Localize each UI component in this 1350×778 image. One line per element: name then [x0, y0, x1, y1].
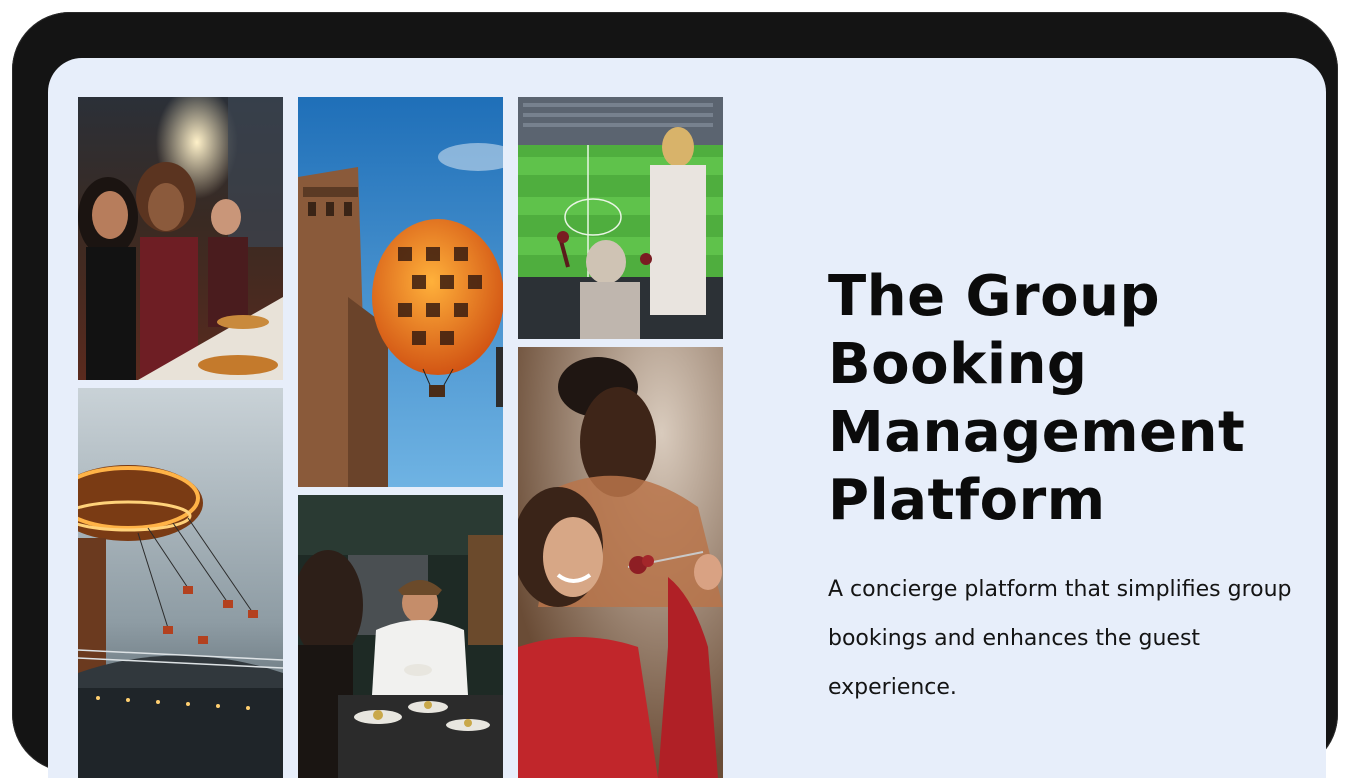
chef-kitchen-photo [298, 495, 503, 778]
tablet-frame: The Group Booking Management Platform A … [12, 12, 1338, 778]
title-line: The Group [828, 264, 1161, 329]
hero-subtitle: A concierge platform that simplifies gro… [828, 577, 1292, 700]
title-line: Management [828, 400, 1246, 465]
friends-dining-photo [78, 97, 283, 380]
title-line: Platform [828, 468, 1106, 533]
page-title: The Group Booking Management Platform [828, 263, 1326, 535]
woman-eating-photo [518, 347, 723, 778]
tablet-screen: The Group Booking Management Platform A … [48, 58, 1326, 778]
stadium-hospitality-photo [518, 97, 723, 339]
hero-section: The Group Booking Management Platform A … [828, 263, 1326, 712]
hot-air-balloon-photo [298, 97, 503, 487]
title-line: Booking [828, 332, 1088, 397]
